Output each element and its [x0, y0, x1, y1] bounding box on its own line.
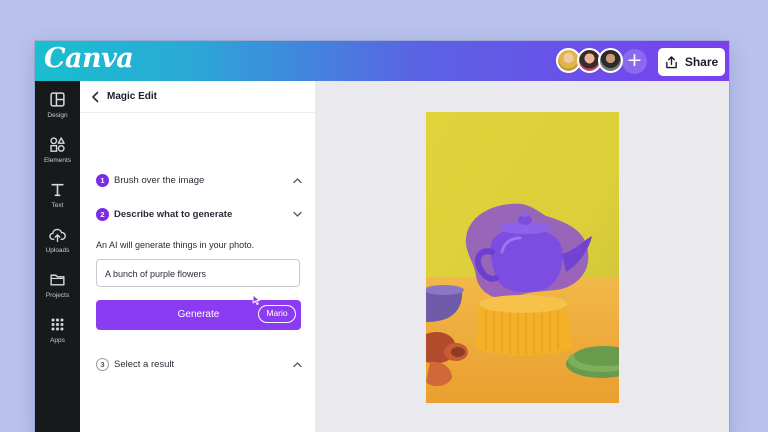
sidebar-item-projects[interactable]: Projects	[35, 271, 80, 311]
step-select-result[interactable]: 3 Select a result	[96, 358, 302, 374]
apps-grid-icon	[51, 318, 64, 331]
text-icon	[51, 183, 64, 197]
step-brush[interactable]: 1 Brush over the image	[96, 174, 302, 190]
sidebar-item-text[interactable]: Text	[35, 181, 80, 221]
chevron-up-icon[interactable]	[293, 177, 302, 184]
add-collaborator-button[interactable]: +	[622, 49, 647, 74]
sidebar-item-apps[interactable]: Apps	[35, 316, 80, 356]
step-number: 2	[96, 208, 109, 221]
sidebar-item-label: Design	[47, 112, 68, 119]
sidebar-item-label: Text	[51, 202, 64, 209]
step-label: Select a result	[114, 359, 175, 370]
magic-edit-panel: Magic Edit 1 Brush over the image 2 Desc…	[80, 81, 315, 432]
prompt-input[interactable]: A bunch of purple flowers	[96, 259, 300, 287]
avatar[interactable]	[598, 48, 623, 73]
sidebar-item-uploads[interactable]: Uploads	[35, 226, 80, 266]
step-label: Describe what to generate	[114, 209, 233, 220]
back-arrow-icon[interactable]	[91, 91, 100, 103]
share-label: Share	[684, 55, 719, 69]
share-button[interactable]: Share	[658, 48, 725, 76]
sidebar: Design Elements Text Uploads Projects Ap…	[35, 81, 80, 432]
folder-icon	[50, 274, 65, 286]
chevron-down-icon[interactable]	[293, 211, 302, 218]
canva-logo: Canva	[44, 43, 134, 74]
sidebar-item-label: Uploads	[45, 247, 70, 254]
sidebar-item-label: Apps	[50, 337, 65, 344]
layout-icon	[50, 92, 65, 107]
cursor-pointer-icon	[252, 294, 261, 305]
photo-teapot-image[interactable]	[426, 112, 619, 403]
sidebar-item-label: Elements	[43, 157, 72, 164]
chevron-up-icon[interactable]	[293, 361, 302, 368]
sidebar-item-label: Projects	[45, 292, 70, 299]
panel-header: Magic Edit	[80, 81, 315, 113]
step-number: 1	[96, 174, 109, 187]
step-label: Brush over the image	[114, 175, 205, 186]
top-bar: Canva + Share	[35, 41, 729, 81]
sidebar-item-elements[interactable]: Elements	[35, 136, 80, 176]
shapes-icon	[50, 137, 65, 152]
collaborator-cursor-tag: Mario	[258, 305, 296, 323]
step-number: 3	[96, 358, 109, 371]
sidebar-item-design[interactable]: Design	[35, 91, 80, 131]
panel-title: Magic Edit	[107, 91, 158, 102]
share-icon	[665, 55, 677, 68]
cloud-upload-icon	[49, 228, 66, 243]
step-describe[interactable]: 2 Describe what to generate	[96, 208, 302, 224]
design-canvas	[315, 81, 729, 432]
canva-editor-window: Canva + Share Design Elements Text Uploa…	[35, 41, 729, 432]
helper-text: An AI will generate things in your photo…	[96, 240, 255, 250]
